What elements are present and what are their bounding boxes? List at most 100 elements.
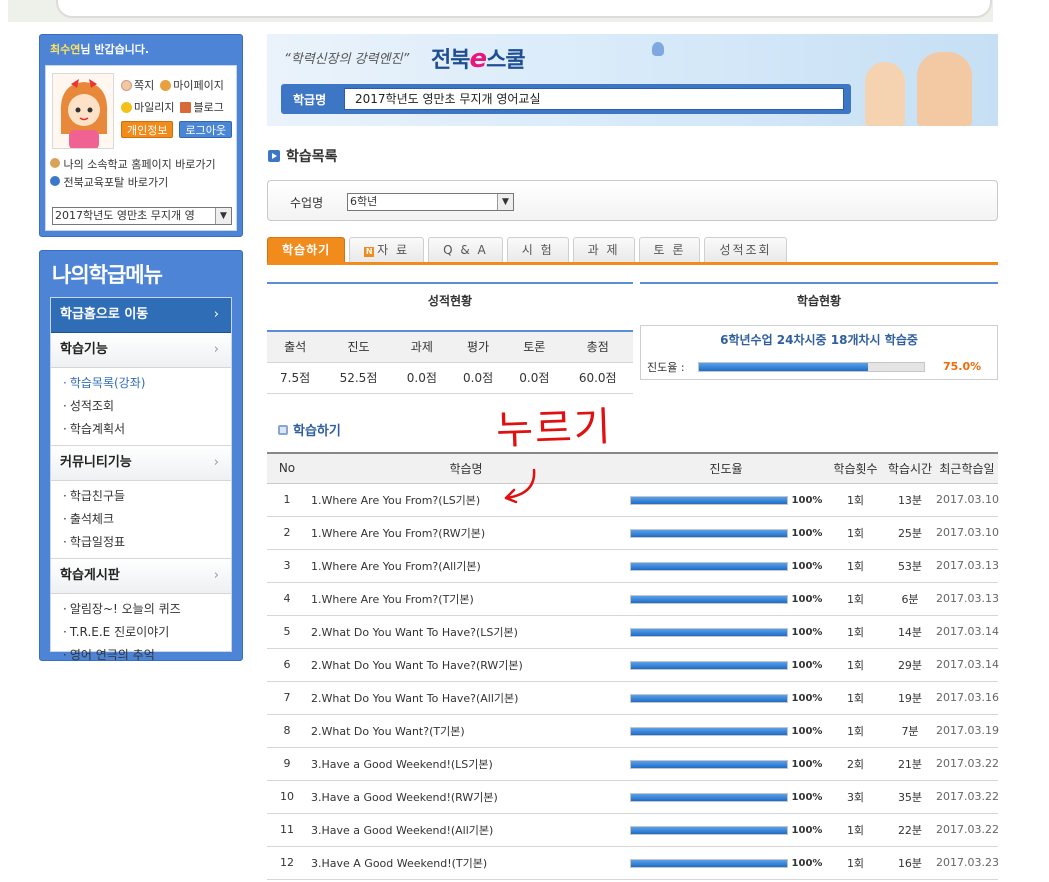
kid-illustration <box>865 62 905 126</box>
class-name-bar: 학급명 2017학년도 영만초 무지개 영어교실 <box>281 84 851 114</box>
lesson-title-link[interactable]: 2.What Do You Want To Have?(RW기본) <box>307 648 625 682</box>
tab-qna[interactable]: Q & A <box>428 237 503 262</box>
row-number: 11 <box>267 813 307 847</box>
menu-item-plan[interactable]: 학습계획서 <box>63 418 231 441</box>
grade-value: 52.5점 <box>323 362 394 394</box>
tab-study[interactable]: 학습하기 <box>267 237 346 262</box>
row-count: 1회 <box>827 813 884 847</box>
menu-section-learning[interactable]: 학습기능 › <box>51 333 231 368</box>
lesson-title-link[interactable]: 2.What Do You Want To Have?(All기본) <box>307 681 625 715</box>
table-row[interactable]: 12 3.Have A Good Weekend!(T기본) 100% 1회 16분 20… <box>267 846 999 880</box>
logout-button[interactable]: 로그아웃 <box>179 120 232 138</box>
school-home-link[interactable]: 나의 소속학교 홈페이지 바로가기 <box>50 156 216 174</box>
row-count: 3회 <box>827 780 884 814</box>
course-select[interactable]: 6학년 ▼ <box>347 193 514 211</box>
profile-button[interactable]: 개인정보 <box>121 120 174 138</box>
study-status-title: 학습현황 <box>640 282 998 320</box>
row-count: 2회 <box>827 747 884 781</box>
menu-item-english-play[interactable]: 영어 연극의 추억 <box>63 644 231 667</box>
table-row[interactable]: 4 1.Where Are You From?(T기본) 100% 1회 6분 2017.… <box>267 582 999 616</box>
tab-discussion[interactable]: 토 론 <box>638 237 701 262</box>
table-row[interactable]: 9 3.Have a Good Weekend!(LS기본) 100% 2회 21분 20… <box>267 747 999 781</box>
table-row[interactable]: 10 3.Have a Good Weekend!(RW기본) 100% 3회 35분 2… <box>267 780 999 814</box>
row-progress-fill <box>630 529 787 537</box>
menu-item-attendance[interactable]: 출석체크 <box>63 508 231 531</box>
row-progress-value: 100% <box>791 626 823 638</box>
balloon-icon <box>652 42 664 56</box>
table-row[interactable]: 2 1.Where Are You From?(RW기본) 100% 1회 25분 201… <box>267 516 999 550</box>
table-row[interactable]: 11 3.Have a Good Weekend!(All기본) 100% 1회 22분… <box>267 813 999 847</box>
row-time: 53분 <box>884 549 936 583</box>
menu-section-label: 커뮤니티기능 <box>60 455 132 470</box>
blog-link[interactable]: 블로그 <box>180 99 224 115</box>
table-row[interactable]: 5 2.What Do You Want To Have?(LS기본) 100% 1회… <box>267 615 999 649</box>
menu-item-classmates[interactable]: 학급친구들 <box>63 485 231 508</box>
class-name-value: 2017학년도 영만초 무지개 영어교실 <box>344 88 844 110</box>
column-header: No <box>267 452 307 484</box>
menu-sub-community: 학급친구들 출석체크 학급일정표 <box>51 481 231 559</box>
row-progress-bar <box>629 528 788 538</box>
chevron-right-icon: › <box>213 307 219 322</box>
menu-class-home[interactable]: 학급홈으로 이동 › <box>51 298 231 333</box>
tab-bar: 학습하기 N자 료 Q & A 시 험 과 제 토 론 성적조회 <box>267 237 998 265</box>
grade-header: 출석 <box>267 330 324 363</box>
grade-value: 0.0점 <box>506 362 563 394</box>
row-progress-value: 100% <box>791 494 823 506</box>
menu-item-schedule[interactable]: 학급일정표 <box>63 531 231 554</box>
row-count: 1회 <box>827 483 884 517</box>
lesson-title-link[interactable]: 3.Have a Good Weekend!(RW기본) <box>307 780 625 814</box>
row-number: 8 <box>267 714 307 748</box>
row-progress-bar <box>629 594 788 604</box>
table-row[interactable]: 7 2.What Do You Want To Have?(All기본) 100% 1… <box>267 681 999 715</box>
class-select[interactable]: 2017학년도 영만초 무지개 영 ▼ <box>52 207 232 225</box>
row-number: 3 <box>267 549 307 583</box>
tab-materials[interactable]: N자 료 <box>349 237 425 262</box>
message-link[interactable]: 쪽지 <box>121 77 154 93</box>
grade-status: 성적현황 출석 진도 과제 평가 토론 총점 7.5점 52.5점 0.0점 0… <box>267 282 633 394</box>
row-time: 19분 <box>884 681 936 715</box>
menu-item-grades[interactable]: 성적조회 <box>63 395 231 418</box>
row-progress-bar <box>629 627 788 637</box>
menu-sub-board: 알림장~! 오늘의 퀴즈 T.R.E.E 진로이야기 영어 연극의 추억 <box>51 594 231 671</box>
lesson-title-link[interactable]: 2.What Do You Want To Have?(LS기본) <box>307 615 625 649</box>
table-row[interactable]: 1 1.Where Are You From?(LS기본) 100% 1회 13분 201… <box>267 483 999 517</box>
study-list-title-text: 학습하기 <box>293 424 341 439</box>
lesson-title-link[interactable]: 3.Have a Good Weekend!(All기본) <box>307 813 625 847</box>
table-row[interactable]: 3 1.Where Are You From?(All기본) 100% 1회 53분 20… <box>267 549 999 583</box>
course-filter: 수업명 6학년 ▼ <box>267 180 998 221</box>
row-progress-value: 100% <box>791 692 823 704</box>
row-date: 2017.03.19 <box>936 714 999 748</box>
class-banner: “학력신장의 강력엔진” 전북e스쿨 학급명 2017학년도 영만초 무지개 영… <box>267 34 998 126</box>
tab-exam[interactable]: 시 험 <box>506 237 569 262</box>
lesson-title-link[interactable]: 3.Have A Good Weekend!(T기본) <box>307 846 625 880</box>
table-row[interactable]: 8 2.What Do You Want?(T기본) 100% 1회 7분 2017.03… <box>267 714 999 748</box>
table-row[interactable]: 6 2.What Do You Want To Have?(RW기본) 100% 1회… <box>267 648 999 682</box>
portal-link[interactable]: 전북교육포탈 바로가기 <box>50 174 216 192</box>
lesson-title-link[interactable]: 1.Where Are You From?(T기본) <box>307 582 625 616</box>
lesson-title-link[interactable]: 1.Where Are You From?(All기본) <box>307 549 625 583</box>
lesson-title-link[interactable]: 3.Have a Good Weekend!(LS기본) <box>307 747 625 781</box>
tab-assignment[interactable]: 과 제 <box>572 237 635 262</box>
row-progress-value: 100% <box>791 758 823 770</box>
menu-section-community[interactable]: 커뮤니티기능 › <box>51 446 231 481</box>
overall-progress-bar <box>698 362 925 372</box>
row-progress: 100% <box>625 483 827 517</box>
user-name: 최수연 <box>50 43 81 56</box>
class-menu-title: 나의학급메뉴 <box>52 263 163 287</box>
school-icon <box>50 158 60 168</box>
lesson-title-link[interactable]: 1.Where Are You From?(LS기본) <box>307 483 625 517</box>
lesson-title-link[interactable]: 1.Where Are You From?(RW기본) <box>307 516 625 550</box>
menu-item-career-story[interactable]: T.R.E.E 진로이야기 <box>63 621 231 644</box>
page-title: 학습목록 <box>268 146 338 166</box>
mileage-link[interactable]: 마일리지 <box>121 99 174 115</box>
overall-progress-fill <box>699 363 868 371</box>
menu-item-notice-quiz[interactable]: 알림장~! 오늘의 퀴즈 <box>63 598 231 621</box>
lesson-title-link[interactable]: 2.What Do You Want?(T기본) <box>307 714 625 748</box>
row-time: 6분 <box>884 582 936 616</box>
mypage-icon <box>160 79 172 91</box>
tab-grades[interactable]: 성적조회 <box>704 237 787 262</box>
mypage-link[interactable]: 마이페이지 <box>160 77 224 93</box>
menu-item-course-list[interactable]: 학습목록(강좌) <box>63 372 231 395</box>
row-progress: 100% <box>625 813 827 847</box>
menu-section-board[interactable]: 학습게시판 › <box>51 559 231 594</box>
